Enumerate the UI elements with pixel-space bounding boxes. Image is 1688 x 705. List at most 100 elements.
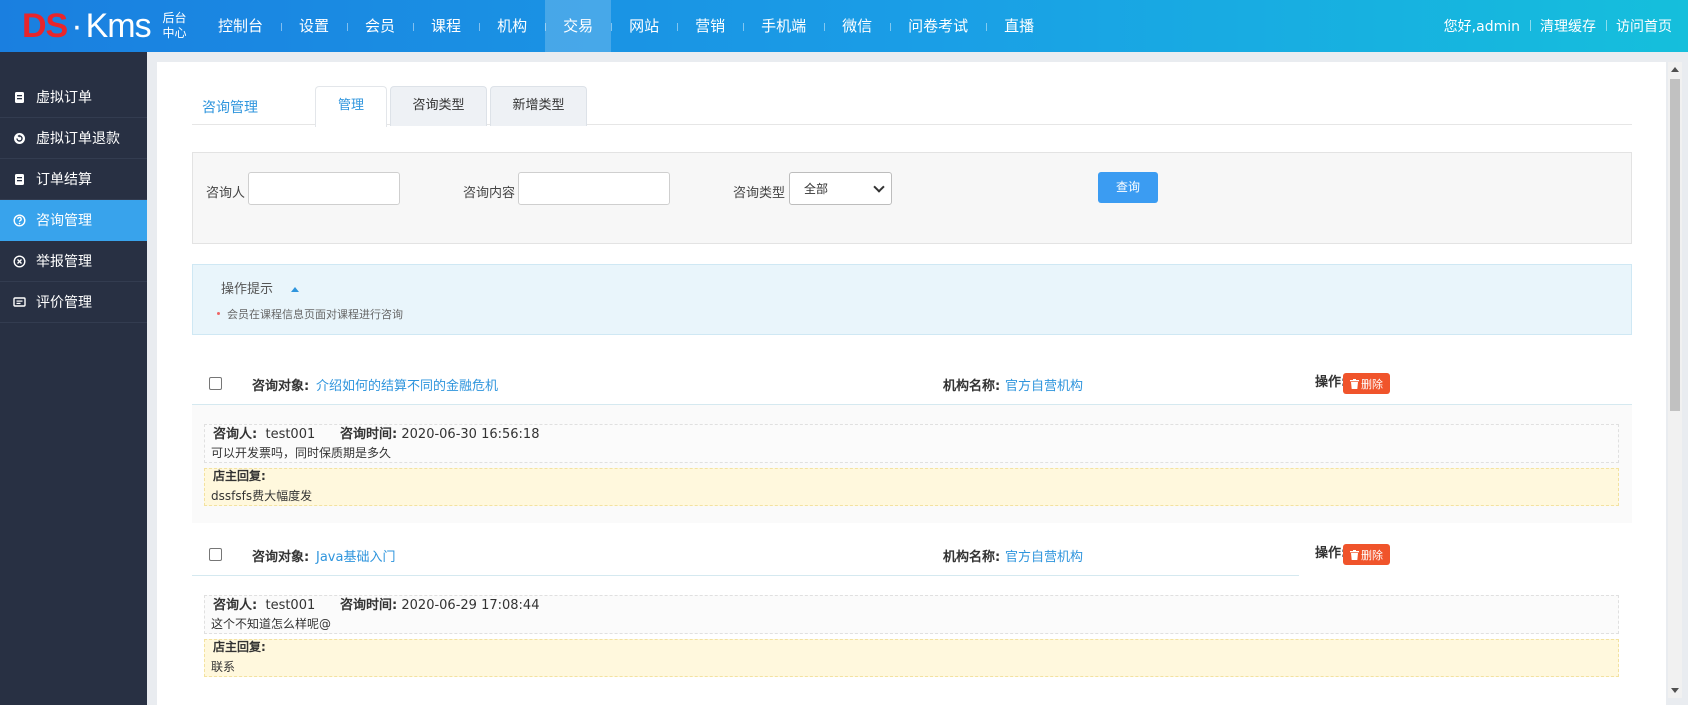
order-icon bbox=[13, 91, 26, 104]
logo-subtitle: 后台 中心 bbox=[162, 11, 187, 40]
record-header: 咨询对象: 介绍如何的结算不同的金融危机 机构名称: 官方自营机构 操作: 删除 bbox=[192, 360, 1632, 405]
nav-item-survey-exam[interactable]: 问卷考试 bbox=[890, 0, 986, 52]
nav-item-mobile[interactable]: 手机端 bbox=[743, 0, 824, 52]
type-label: 咨询类型 bbox=[733, 186, 786, 201]
sidebar-item-label: 订单结算 bbox=[36, 172, 92, 188]
delete-label: 删除 bbox=[1361, 377, 1383, 391]
object-link[interactable]: 介绍如何的结算不同的金融危机 bbox=[316, 375, 498, 394]
sidebar-item-label: 评价管理 bbox=[36, 295, 92, 311]
brand-logo[interactable]: DS · Kms 后台 中心 bbox=[0, 0, 200, 52]
reply-label: 店主回复: bbox=[213, 469, 266, 483]
nav-item-dashboard[interactable]: 控制台 bbox=[200, 0, 281, 52]
content-input[interactable] bbox=[518, 172, 670, 205]
question-meta: 咨询人: test001 咨询时间: 2020-06-30 16:56:18 bbox=[213, 423, 539, 442]
nav-item-marketing[interactable]: 营销 bbox=[677, 0, 743, 52]
question-box: 咨询人: test001 咨询时间: 2020-06-30 16:56:18 可… bbox=[204, 424, 1619, 463]
nav-item-organizations[interactable]: 机构 bbox=[479, 0, 545, 52]
sidebar-item-consultation[interactable]: 咨询管理 bbox=[0, 200, 147, 241]
reply-label: 店主回复: bbox=[213, 640, 266, 654]
type-select-value: 全部 bbox=[804, 182, 829, 196]
op-label: 操作: bbox=[1315, 546, 1347, 561]
object-link[interactable]: Java基础入门 bbox=[316, 546, 395, 565]
main-nav: 控制台 设置 会员 课程 机构 交易 网站 营销 手机端 微信 问卷考试 直播 bbox=[200, 0, 1052, 52]
search-form: 咨询人 咨询内容 咨询类型 全部 查询 bbox=[192, 152, 1632, 244]
nav-item-trade[interactable]: 交易 bbox=[545, 0, 612, 52]
tab-consult-types[interactable]: 咨询类型 bbox=[390, 86, 487, 126]
reply-text: dssfsfs费大幅度发 bbox=[211, 489, 313, 503]
record-body: 咨询人: test001 咨询时间: 2020-06-29 17:08:44 这… bbox=[192, 576, 1632, 694]
question-box: 咨询人: test001 咨询时间: 2020-06-29 17:08:44 这… bbox=[204, 595, 1619, 634]
tab-manage[interactable]: 管理 bbox=[315, 86, 387, 127]
consulter-meta-label: 咨询人: bbox=[213, 427, 258, 442]
tab-add-type[interactable]: 新增类型 bbox=[490, 86, 587, 126]
nav-item-website[interactable]: 网站 bbox=[611, 0, 677, 52]
consulter-label: 咨询人 bbox=[206, 186, 246, 201]
org-link[interactable]: 官方自营机构 bbox=[1005, 546, 1083, 565]
reply-text: 联系 bbox=[211, 660, 236, 674]
sidebar-item-settlement[interactable]: 订单结算 bbox=[0, 159, 147, 200]
consult-time: 2020-06-29 17:08:44 bbox=[401, 598, 540, 613]
tips-panel: 操作提示 会员在课程信息页面对课程进行咨询 bbox=[192, 264, 1632, 335]
tips-title[interactable]: 操作提示 bbox=[221, 278, 273, 297]
nav-item-live[interactable]: 直播 bbox=[986, 0, 1052, 52]
settlement-icon bbox=[13, 173, 26, 186]
nav-item-wechat[interactable]: 微信 bbox=[824, 0, 890, 52]
delete-button[interactable]: 删除 bbox=[1343, 544, 1390, 565]
vertical-scrollbar[interactable] bbox=[1668, 62, 1682, 698]
visit-home-link[interactable]: 访问首页 bbox=[1606, 16, 1682, 36]
delete-label: 删除 bbox=[1361, 548, 1383, 562]
sidebar-item-label: 举报管理 bbox=[36, 254, 92, 270]
sidebar-item-label: 虚拟订单 bbox=[36, 90, 92, 106]
sidebar-item-virtual-orders[interactable]: 虚拟订单 bbox=[0, 77, 147, 118]
consult-time: 2020-06-30 16:56:18 bbox=[401, 427, 540, 442]
consulter-name: test001 bbox=[265, 598, 316, 613]
op-label: 操作: bbox=[1315, 375, 1347, 390]
clear-cache-link[interactable]: 清理缓存 bbox=[1530, 16, 1606, 36]
record-header: 咨询对象: Java基础入门 机构名称: 官方自营机构 操作: 删除 bbox=[192, 531, 1632, 576]
consulter-input[interactable] bbox=[248, 172, 400, 205]
org-link[interactable]: 官方自营机构 bbox=[1005, 375, 1083, 394]
sidebar-item-virtual-refunds[interactable]: 虚拟订单退款 bbox=[0, 118, 147, 159]
object-label: 咨询对象: bbox=[252, 379, 310, 394]
user-greeting[interactable]: 您好,admin bbox=[1434, 16, 1530, 36]
record-checkbox[interactable] bbox=[209, 377, 222, 390]
chevron-down-icon bbox=[873, 181, 885, 193]
tip-item: 会员在课程信息页面对课程进行咨询 bbox=[227, 308, 403, 321]
content-label: 咨询内容 bbox=[463, 186, 516, 201]
org-label: 机构名称: bbox=[943, 379, 1001, 394]
query-button[interactable]: 查询 bbox=[1098, 172, 1158, 203]
reply-box: 店主回复: 联系 bbox=[204, 639, 1619, 677]
scroll-down-icon[interactable] bbox=[1671, 688, 1679, 693]
trash-icon bbox=[1350, 378, 1359, 389]
sidebar-item-reports[interactable]: 举报管理 bbox=[0, 241, 147, 282]
consulter-meta-label: 咨询人: bbox=[213, 598, 258, 613]
question-text: 这个不知道怎么样呢@ bbox=[211, 617, 332, 631]
comment-icon bbox=[13, 296, 26, 309]
delete-button[interactable]: 删除 bbox=[1343, 373, 1390, 394]
bullet-icon bbox=[217, 312, 220, 315]
close-circle-icon bbox=[13, 254, 26, 268]
record-checkbox[interactable] bbox=[209, 548, 222, 561]
sidebar: 虚拟订单 虚拟订单退款 订单结算 咨询管理 举报管理 评价管理 bbox=[0, 52, 147, 705]
question-meta: 咨询人: test001 咨询时间: 2020-06-29 17:08:44 bbox=[213, 594, 539, 613]
sidebar-item-label: 虚拟订单退款 bbox=[36, 131, 120, 147]
top-navbar: DS · Kms 后台 中心 控制台 设置 会员 课程 机构 交易 网站 营销 手机… bbox=[0, 0, 1688, 52]
scroll-up-icon[interactable] bbox=[1671, 67, 1679, 72]
caret-up-icon[interactable] bbox=[291, 287, 299, 292]
time-meta-label: 咨询时间: bbox=[340, 598, 398, 613]
sidebar-item-label: 咨询管理 bbox=[36, 213, 92, 229]
sidebar-item-reviews[interactable]: 评价管理 bbox=[0, 282, 147, 323]
trash-icon bbox=[1350, 549, 1359, 560]
nav-item-members[interactable]: 会员 bbox=[347, 0, 413, 52]
nav-item-settings[interactable]: 设置 bbox=[281, 0, 347, 52]
consulter-name: test001 bbox=[265, 427, 316, 442]
logo-wordmark: DS · Kms bbox=[22, 7, 152, 45]
question-text: 可以开发票吗，同时保质期是多久 bbox=[211, 446, 392, 460]
reply-box: 店主回复: dssfsfs费大幅度发 bbox=[204, 468, 1619, 506]
org-label: 机构名称: bbox=[943, 550, 1001, 565]
scrollbar-thumb[interactable] bbox=[1670, 79, 1680, 411]
top-right-links: 您好,admin 清理缓存 访问首页 bbox=[1434, 0, 1682, 52]
record-body: 咨询人: test001 咨询时间: 2020-06-30 16:56:18 可… bbox=[192, 405, 1632, 523]
type-select[interactable]: 全部 bbox=[789, 172, 892, 205]
nav-item-courses[interactable]: 课程 bbox=[413, 0, 479, 52]
